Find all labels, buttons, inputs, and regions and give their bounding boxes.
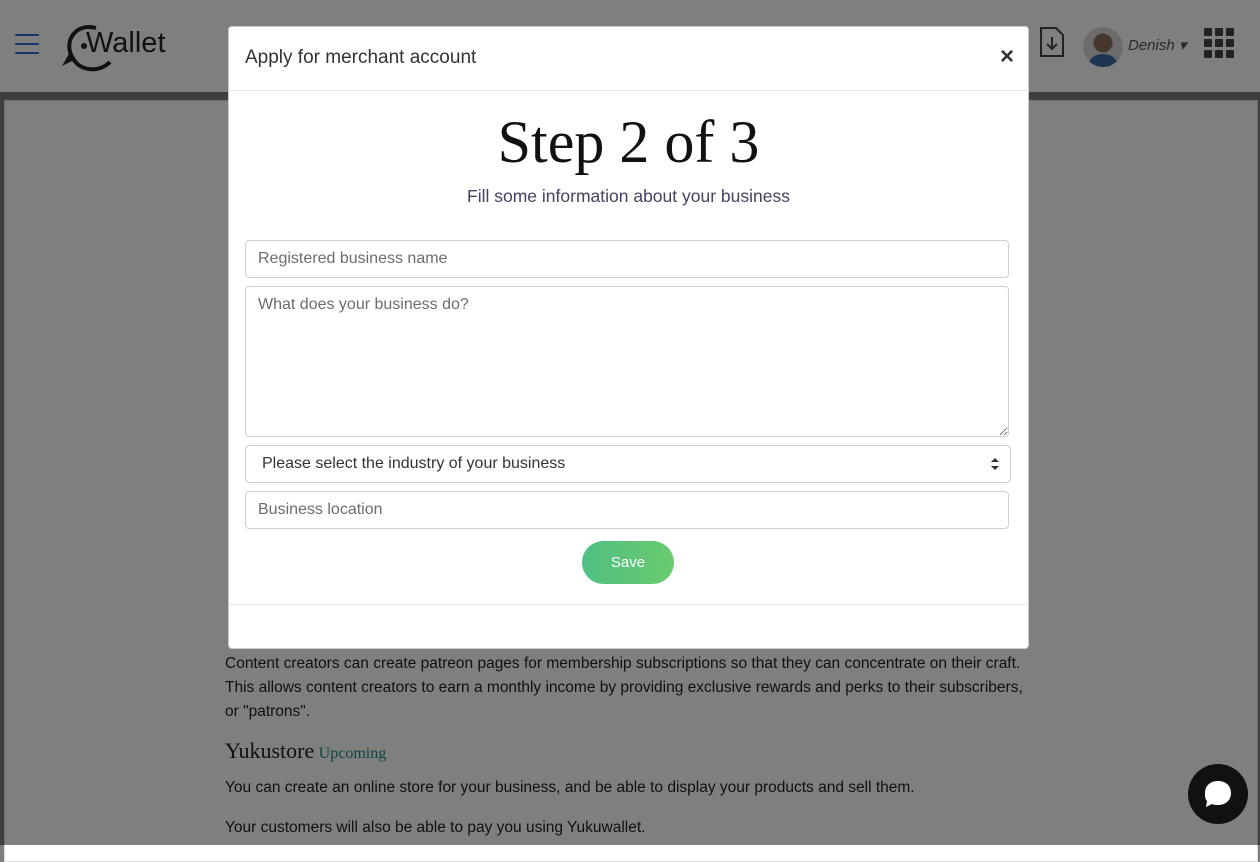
modal-footer [229,604,1028,648]
business-location-input[interactable] [245,491,1009,529]
close-icon[interactable]: × [1000,43,1014,71]
merchant-application-modal: Apply for merchant account × Step 2 of 3… [228,26,1029,649]
modal-title: Apply for merchant account [245,47,477,68]
modal-header: Apply for merchant account × [229,27,1028,91]
business-name-input[interactable] [245,240,1009,278]
step-subtitle: Fill some information about your busines… [467,186,790,206]
industry-select-value: Please select the industry of your busin… [262,455,566,472]
chat-icon [1205,781,1231,807]
select-arrows-icon [991,458,999,470]
industry-select[interactable]: Please select the industry of your busin… [245,445,1011,483]
step-indicator: Step 2 of 3 [497,109,760,175]
chat-widget-button[interactable] [1188,764,1248,824]
business-description-textarea[interactable] [245,286,1009,437]
save-button[interactable]: Save [582,541,674,584]
